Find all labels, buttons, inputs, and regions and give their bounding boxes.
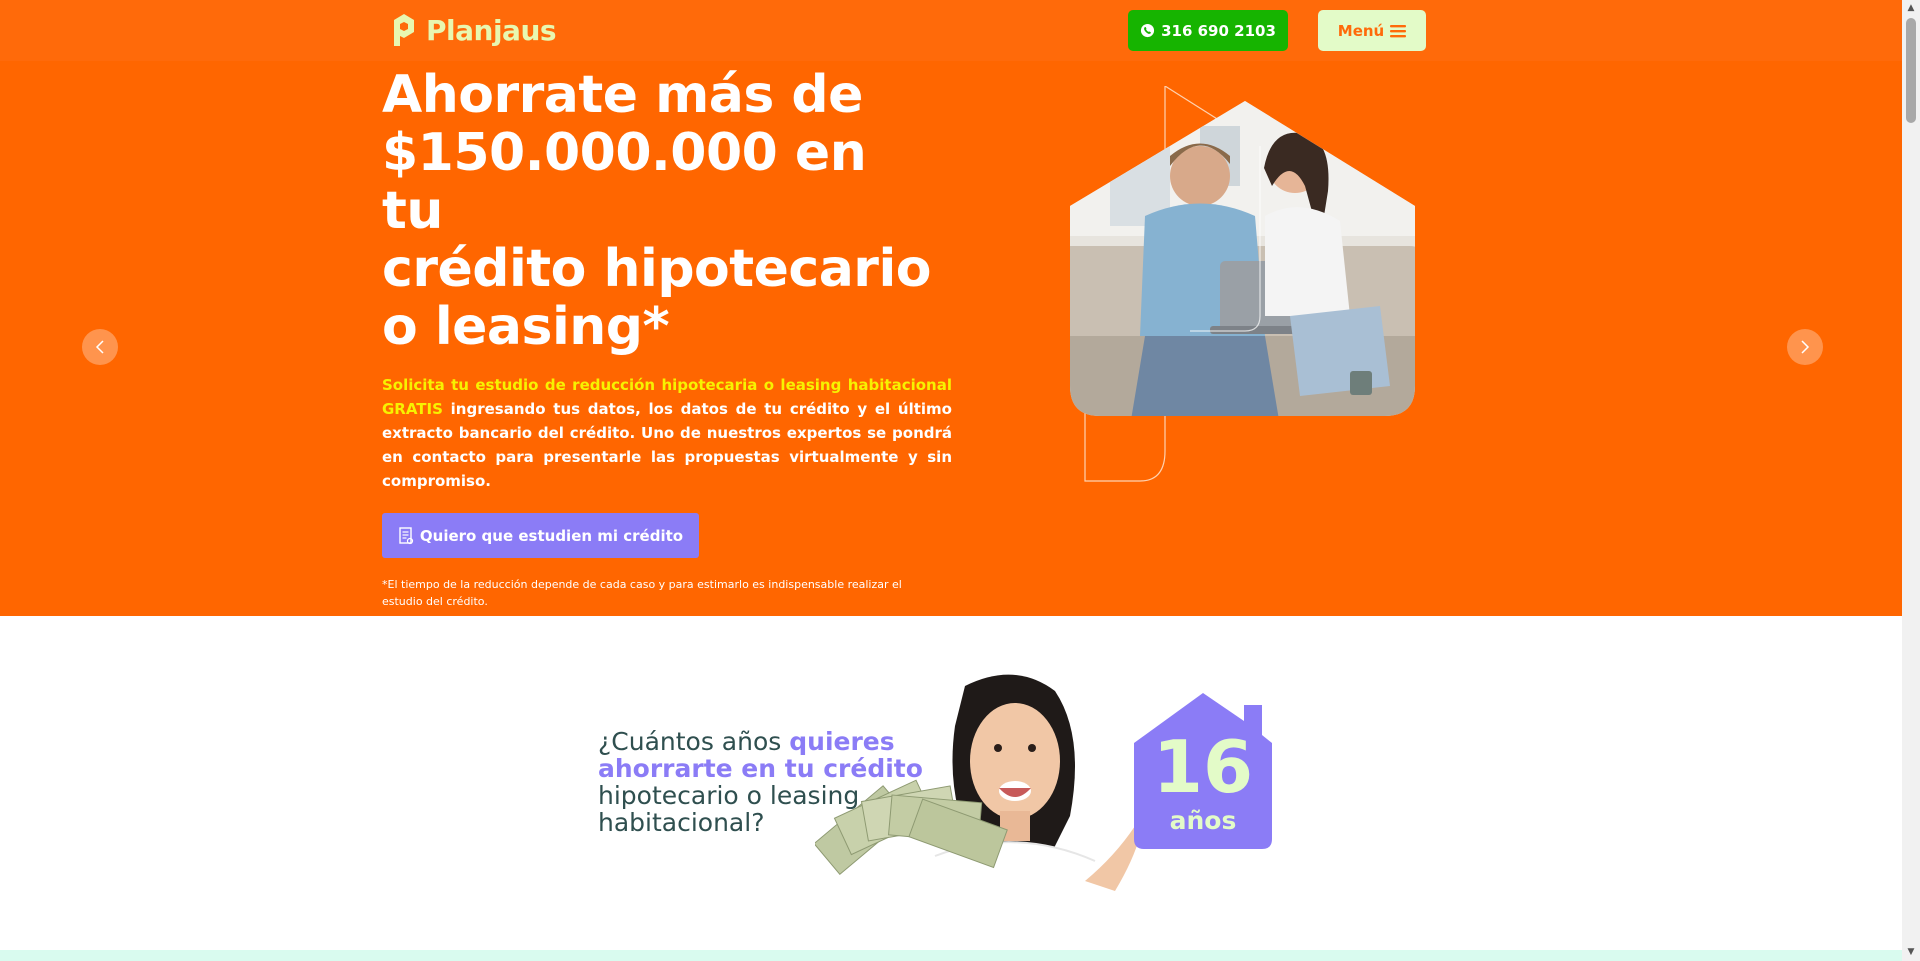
hero-description: Solicita tu estudio de reducción hipotec… (382, 373, 952, 493)
hamburger-icon (1390, 24, 1407, 37)
carousel-prev-button[interactable] (82, 329, 118, 365)
whatsapp-button[interactable]: 316 690 2103 (1128, 10, 1288, 51)
scroll-up-icon[interactable]: ▲ (1906, 3, 1916, 13)
hero-title-line: crédito hipotecario (382, 239, 932, 299)
chevron-left-icon (95, 340, 104, 354)
menu-button[interactable]: Menú (1318, 10, 1426, 51)
savings-question-part: ¿Cuántos años (598, 727, 790, 756)
savings-section: ¿Cuántos años quieres ahorrarte en tu cr… (0, 616, 1902, 951)
study-credit-button[interactable]: Quiero que estudien mi crédito (382, 513, 699, 558)
logo-icon (394, 14, 414, 46)
years-number: 16 (1152, 725, 1254, 809)
hero-title: Ahorrate más de $150.000.000 en tu crédi… (382, 66, 962, 356)
site-logo[interactable]: Planjaus (390, 12, 557, 48)
menu-label: Menú (1337, 21, 1385, 40)
document-icon (399, 526, 413, 544)
whatsapp-phone-label: 316 690 2103 (1161, 21, 1276, 40)
section-divider (0, 950, 1902, 961)
whatsapp-icon (1141, 23, 1155, 38)
logo-text: Planjaus (426, 13, 557, 47)
chevron-right-icon (1801, 340, 1810, 354)
hero-disclaimer: *El tiempo de la reducción depende de ca… (382, 578, 902, 608)
hero-banner: Ahorrate más de $150.000.000 en tu crédi… (0, 61, 1902, 616)
scroll-down-icon[interactable]: ▼ (1906, 947, 1916, 957)
couple-photo (1070, 86, 1415, 482)
study-credit-label: Quiero que estudien mi crédito (419, 526, 684, 545)
hero-title-line: $150.000.000 en (382, 123, 867, 183)
scrollbar-thumb[interactable] (1906, 18, 1916, 123)
page-scrollbar[interactable] (1902, 0, 1920, 961)
years-label: años (1169, 806, 1237, 835)
hero-description-rest: ingresando tus datos, los datos de tu cr… (382, 400, 952, 490)
hero-title-line: o leasing* (382, 297, 670, 357)
woman-with-money-photo (815, 674, 1142, 951)
carousel-next-button[interactable] (1787, 329, 1823, 365)
site-header: Planjaus 316 690 2103 Menú (0, 0, 1902, 61)
hero-title-line: Ahorrate más de (382, 65, 863, 125)
hero-title-line: tu (382, 181, 443, 241)
